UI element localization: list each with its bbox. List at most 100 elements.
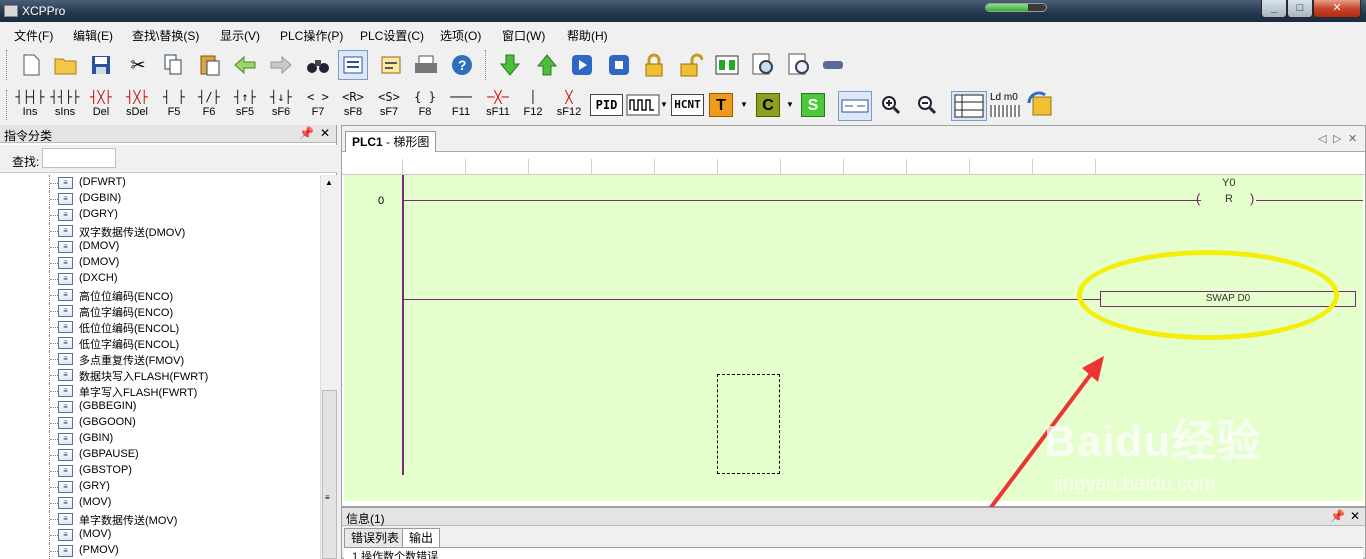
delete-horizontal-line-key[interactable]: ─╳─ sF11 <box>481 88 515 122</box>
tree-item[interactable]: ≡ 数据块写入FLASH(FWRT) <box>0 367 320 383</box>
tree-item[interactable]: ≡ 低位位编码(ENCOL) <box>0 319 320 335</box>
menu-edit[interactable]: 编辑(E) <box>73 27 113 44</box>
stop-icon[interactable] <box>604 50 634 80</box>
insert-row-key[interactable]: ┤┤├├ sIns <box>48 88 82 122</box>
save-icon[interactable] <box>86 50 116 80</box>
tree-item[interactable]: ≡ (GBIN) <box>0 431 320 447</box>
serial-port-icon[interactable] <box>818 50 848 80</box>
delete-vertical-line-key[interactable]: ╳ sF12 <box>552 88 586 122</box>
unlock-icon[interactable] <box>676 50 706 80</box>
print-icon[interactable] <box>411 50 441 80</box>
tree-item[interactable]: ≡ (GBPAUSE) <box>0 447 320 463</box>
tab-next-icon[interactable]: ▷ <box>1333 132 1341 145</box>
tab-error-list[interactable]: 错误列表 <box>344 528 407 547</box>
tree-item[interactable]: ≡ (DMOV) <box>0 239 320 255</box>
lock-icon[interactable] <box>639 50 669 80</box>
falling-edge-key[interactable]: ┤↓├ sF6 <box>264 88 298 122</box>
hcnt-button[interactable]: HCNT <box>671 94 704 116</box>
find-binoculars-icon[interactable] <box>303 50 333 80</box>
pin-icon[interactable]: 📌 <box>299 126 314 140</box>
tab-output[interactable]: 输出 <box>402 528 441 547</box>
panel-close-icon[interactable]: ✕ <box>320 126 330 140</box>
tree-item[interactable]: ≡ (DGRY) <box>0 207 320 223</box>
cut-icon[interactable]: ✂ <box>123 50 153 80</box>
menu-file[interactable]: 文件(F) <box>14 27 53 44</box>
comment-toggle-icon[interactable] <box>838 91 872 121</box>
counter-button[interactable]: C <box>756 93 780 117</box>
copy-icon[interactable] <box>158 50 188 80</box>
tree-item[interactable]: ≡ (DMOV) <box>0 255 320 271</box>
scroll-thumb[interactable] <box>322 390 337 559</box>
tree-item[interactable]: ≡ (GBGOON) <box>0 415 320 431</box>
redo-arrow-icon[interactable] <box>266 50 296 80</box>
tree-item[interactable]: ≡ 低位字编码(ENCOL) <box>0 335 320 351</box>
rising-edge-key[interactable]: ┤↑├ sF5 <box>228 88 262 122</box>
instruction-list-icon[interactable] <box>376 50 406 80</box>
pulse-output-icon[interactable] <box>626 92 660 118</box>
ld-m0-display[interactable]: Ld m0 <box>990 92 1020 120</box>
scroll-up-icon[interactable]: ▲ <box>325 178 333 187</box>
tree-item[interactable]: ≡ (MOV) <box>0 495 320 511</box>
insert-contact-key[interactable]: ┤├┤├ Ins <box>13 88 47 122</box>
panel-close-icon[interactable]: ✕ <box>1350 509 1360 523</box>
pin-icon[interactable]: 📌 <box>1330 509 1345 523</box>
close-button[interactable]: ✕ <box>1313 0 1361 18</box>
tree-item[interactable]: ≡ 高位位编码(ENCO) <box>0 287 320 303</box>
dropdown-arrow-icon[interactable]: ▼ <box>786 100 794 109</box>
delete-key[interactable]: ┤╳├ Del <box>84 88 118 122</box>
menu-view[interactable]: 显示(V) <box>220 27 260 44</box>
download-arrow-icon[interactable] <box>495 50 525 80</box>
step-button[interactable]: S <box>801 93 825 117</box>
normally-open-key[interactable]: ┤ ├ F5 <box>157 88 191 122</box>
edit-cursor[interactable] <box>717 374 780 474</box>
ladder-view-icon[interactable] <box>338 50 368 80</box>
paste-icon[interactable] <box>195 50 225 80</box>
tree-item[interactable]: ≡ (DXCH) <box>0 271 320 287</box>
set-coil-key[interactable]: <S> sF7 <box>372 88 406 122</box>
reset-coil-key[interactable]: <R> sF8 <box>336 88 370 122</box>
dropdown-arrow-icon[interactable]: ▼ <box>740 100 748 109</box>
tab-close-icon[interactable]: ✕ <box>1348 132 1357 145</box>
menu-find-replace[interactable]: 查找\替换(S) <box>132 27 199 44</box>
tree-item[interactable]: ≡ (DFWRT) <box>0 175 320 191</box>
minimize-button[interactable]: _ <box>1261 0 1287 18</box>
tab-plc1-ladder[interactable]: PLC1 - 梯形图 <box>345 131 437 152</box>
zoom-search-icon[interactable] <box>749 50 779 80</box>
tree-item[interactable]: ≡ (PMOV) <box>0 543 320 559</box>
open-folder-icon[interactable] <box>51 50 81 80</box>
menu-plc-settings[interactable]: PLC设置(C) <box>360 27 424 44</box>
tree-item[interactable]: ≡ 高位字编码(ENCO) <box>0 303 320 319</box>
tree-item[interactable]: ≡ 单字数据传送(MOV) <box>0 511 320 527</box>
menu-help[interactable]: 帮助(H) <box>567 27 608 44</box>
pid-button[interactable]: PID <box>590 94 623 116</box>
tree-item[interactable]: ≡ (GRY) <box>0 479 320 495</box>
tree-scrollbar[interactable]: ▲ ≡ <box>320 175 337 559</box>
tab-prev-icon[interactable]: ◁ <box>1318 132 1326 145</box>
convert-refresh-icon[interactable] <box>1026 90 1056 120</box>
maximize-button[interactable]: □ <box>1287 0 1313 18</box>
tree-item[interactable]: ≡ 多点重复传送(FMOV) <box>0 351 320 367</box>
delete-row-key[interactable]: ┤╳├ sDel <box>120 88 154 122</box>
tree-item[interactable]: ≡ (GBBEGIN) <box>0 399 320 415</box>
instruction-search-input[interactable] <box>42 148 116 168</box>
tree-item[interactable]: ≡ 双字数据传送(DMOV) <box>0 223 320 239</box>
zoom-out-icon[interactable] <box>912 90 942 120</box>
timer-button[interactable]: T <box>709 93 733 117</box>
tree-item[interactable]: ≡ (GBSTOP) <box>0 463 320 479</box>
new-file-icon[interactable] <box>16 50 46 80</box>
zoom-in-icon[interactable] <box>876 90 906 120</box>
tree-item[interactable]: ≡ (MOV) <box>0 527 320 543</box>
menu-plc-ops[interactable]: PLC操作(P) <box>280 27 343 44</box>
menu-window[interactable]: 窗口(W) <box>502 27 545 44</box>
tree-item[interactable]: ≡ 单字写入FLASH(FWRT) <box>0 383 320 399</box>
dropdown-arrow-icon[interactable]: ▼ <box>660 100 668 109</box>
ladder-grid-icon[interactable] <box>951 91 987 121</box>
undo-arrow-icon[interactable] <box>230 50 260 80</box>
coil-key[interactable]: < > F7 <box>301 88 335 122</box>
vertical-line-key[interactable]: │ F12 <box>516 88 550 122</box>
document-search-icon[interactable] <box>785 50 815 80</box>
function-block-key[interactable]: { } F8 <box>408 88 442 122</box>
menu-options[interactable]: 选项(O) <box>440 27 481 44</box>
ladder-canvas[interactable]: 0 Y0 ( R ) SWAP D0 Baidu经验 jingyan.baidu… <box>344 175 1363 512</box>
help-icon[interactable]: ? <box>447 50 477 80</box>
